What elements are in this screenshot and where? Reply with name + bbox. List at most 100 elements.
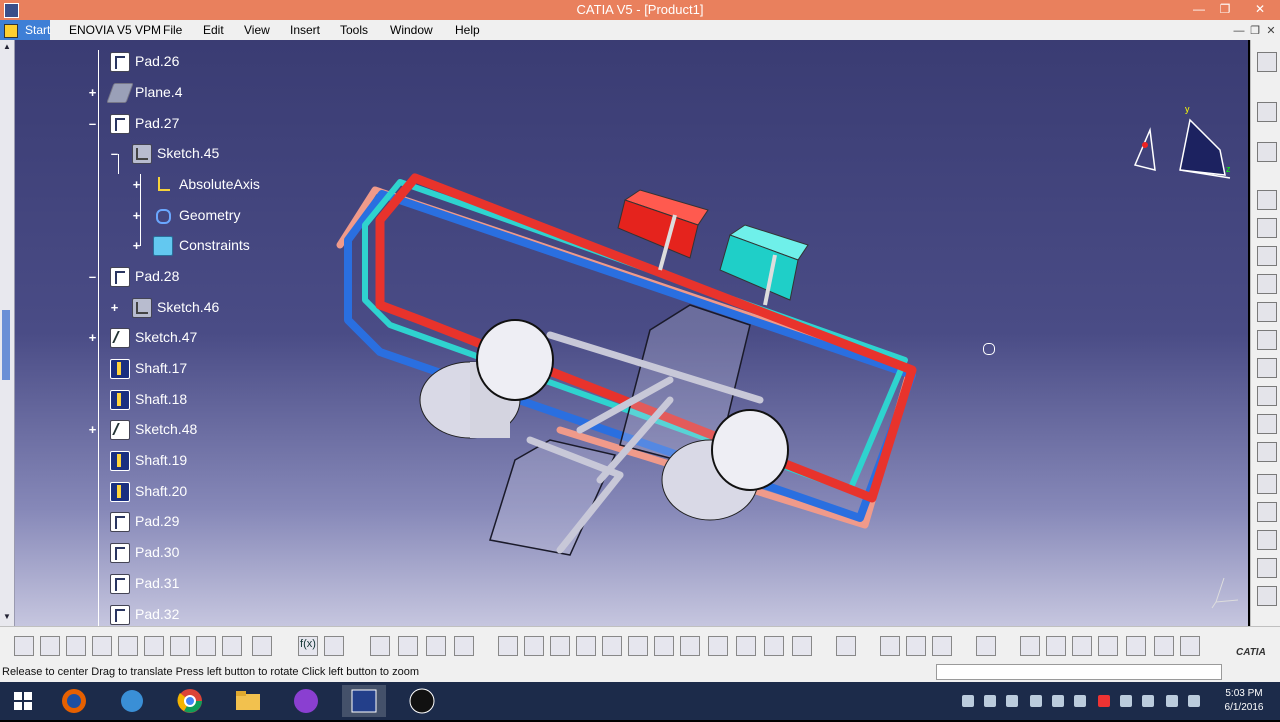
- sheet-icon[interactable]: [454, 636, 474, 656]
- menu-insert[interactable]: Insert: [290, 23, 320, 37]
- menu-tools[interactable]: Tools: [340, 23, 368, 37]
- tree-node-label[interactable]: Constraints: [179, 237, 250, 253]
- tree-node-label[interactable]: Pad.31: [135, 575, 179, 591]
- tree-node-label[interactable]: Geometry: [179, 207, 240, 223]
- tree-node-label[interactable]: Pad.32: [135, 606, 179, 622]
- open-folder-icon[interactable]: [40, 636, 60, 656]
- hole-tool-icon[interactable]: [1257, 274, 1277, 294]
- stiffener-icon[interactable]: [1257, 442, 1277, 462]
- tree-node-label[interactable]: Pad.29: [135, 513, 179, 529]
- help-icon[interactable]: [252, 636, 272, 656]
- pocket-tool-icon[interactable]: [1257, 218, 1277, 238]
- menu-edit[interactable]: Edit: [203, 23, 224, 37]
- slot-tool-icon[interactable]: [1257, 358, 1277, 378]
- tree-scrollbar[interactable]: ▲ ▼: [0, 40, 15, 626]
- update-icon[interactable]: [836, 636, 856, 656]
- cylinder-tank-left[interactable]: [419, 319, 554, 439]
- start-menu-button[interactable]: Start: [0, 20, 50, 40]
- doc-close-button[interactable]: ✕: [1264, 22, 1278, 42]
- tray-app-icon[interactable]: [1052, 695, 1064, 707]
- gear-icon[interactable]: [1257, 52, 1277, 72]
- tray-app-icon[interactable]: [1166, 695, 1178, 707]
- 3d-viewport[interactable]: ▲ ▼ Pad.26 + Plane.4 – Pad.27 – Sketch.4…: [0, 40, 1248, 626]
- doc-restore-button[interactable]: ❐: [1248, 22, 1262, 42]
- 3d-model[interactable]: [320, 130, 940, 570]
- tree-node-label[interactable]: Sketch.47: [135, 329, 197, 345]
- apply-material-icon[interactable]: [932, 636, 952, 656]
- solid-combine-icon[interactable]: [1257, 386, 1277, 406]
- copy-icon[interactable]: [144, 636, 164, 656]
- chrome-icon[interactable]: [168, 685, 212, 717]
- tray-show-hidden-icon[interactable]: [962, 695, 974, 707]
- tree-node-label[interactable]: Pad.28: [135, 268, 179, 284]
- taskbar-clock[interactable]: 5:03 PM 6/1/2016: [1214, 687, 1274, 715]
- hide-show-icon[interactable]: [764, 636, 784, 656]
- cut-icon[interactable]: [118, 636, 138, 656]
- network-icon[interactable]: [110, 685, 154, 717]
- tree-icon[interactable]: [398, 636, 418, 656]
- zoom-in-icon[interactable]: [602, 636, 622, 656]
- save-icon[interactable]: [66, 636, 86, 656]
- file-explorer-icon[interactable]: [226, 685, 270, 717]
- tray-app-icon[interactable]: [984, 695, 996, 707]
- measure-inertia-icon[interactable]: [906, 636, 926, 656]
- tray-app-icon[interactable]: [1006, 695, 1018, 707]
- collapse-icon[interactable]: –: [87, 270, 98, 283]
- normal-view-icon[interactable]: [654, 636, 674, 656]
- menu-file[interactable]: File: [163, 23, 182, 37]
- catia-taskbar-icon[interactable]: [342, 685, 386, 717]
- restore-button[interactable]: ❐: [1212, 0, 1238, 20]
- tree-node-label[interactable]: Shaft.17: [135, 360, 187, 376]
- dimension-icon[interactable]: [1098, 636, 1118, 656]
- zoom-out-icon[interactable]: [628, 636, 648, 656]
- db-icon[interactable]: [1180, 636, 1200, 656]
- camera-app-icon[interactable]: [400, 685, 444, 717]
- tray-app-icon[interactable]: [1098, 695, 1110, 707]
- fillet-tool-icon[interactable]: [1257, 474, 1277, 494]
- fit-all-icon[interactable]: [524, 636, 544, 656]
- tree-node-label[interactable]: Sketch.45: [157, 145, 219, 161]
- volume-icon[interactable]: [1120, 695, 1132, 707]
- compass-widget[interactable]: y z: [1120, 100, 1240, 200]
- chamfer-tool-icon[interactable]: [1257, 502, 1277, 522]
- windows-start-icon[interactable]: [2, 685, 46, 717]
- bluetooth-icon[interactable]: [1030, 695, 1042, 707]
- quick-view-icon[interactable]: [708, 636, 728, 656]
- undo-icon[interactable]: [196, 636, 216, 656]
- shell-tool-icon[interactable]: [1257, 558, 1277, 578]
- close-button[interactable]: ✕: [1242, 0, 1278, 20]
- cyan-tank[interactable]: [719, 224, 809, 306]
- tree-node-label[interactable]: Shaft.20: [135, 483, 187, 499]
- select-arrow-icon[interactable]: [1257, 102, 1277, 122]
- pan-icon[interactable]: [550, 636, 570, 656]
- minimize-button[interactable]: —: [1186, 0, 1212, 20]
- tree-node-label[interactable]: Sketch.46: [157, 299, 219, 315]
- analysis-icon[interactable]: [976, 636, 996, 656]
- sketcher-icon[interactable]: [1257, 142, 1277, 162]
- shaft-tool-icon[interactable]: [1257, 246, 1277, 266]
- tree-node-label[interactable]: AbsoluteAxis: [179, 176, 260, 192]
- scroll-down-icon[interactable]: ▼: [2, 612, 12, 621]
- firefox-icon[interactable]: [52, 685, 96, 717]
- doc-minimize-button[interactable]: —: [1232, 22, 1246, 42]
- tree-node-label[interactable]: Sketch.48: [135, 421, 197, 437]
- shading-icon[interactable]: [736, 636, 756, 656]
- formula-icon[interactable]: f(x): [298, 636, 318, 656]
- globe-icon[interactable]: [1046, 636, 1066, 656]
- expand-icon[interactable]: +: [87, 331, 98, 344]
- catalog-icon[interactable]: [426, 636, 446, 656]
- menu-enovia[interactable]: ENOVIA V5 VPM: [69, 23, 161, 37]
- print-icon[interactable]: [92, 636, 112, 656]
- tree-node-label[interactable]: Shaft.19: [135, 452, 187, 468]
- media-player-icon[interactable]: [284, 685, 328, 717]
- expand-icon[interactable]: +: [109, 301, 120, 314]
- pad-tool-icon[interactable]: [1257, 190, 1277, 210]
- wifi-icon[interactable]: [1142, 695, 1154, 707]
- tree-node-label[interactable]: Shaft.18: [135, 391, 187, 407]
- expand-icon[interactable]: +: [87, 423, 98, 436]
- scroll-thumb[interactable]: [2, 310, 10, 380]
- thickness-tool-icon[interactable]: [1257, 586, 1277, 606]
- draft-tool-icon[interactable]: [1257, 530, 1277, 550]
- fly-mode-icon[interactable]: [498, 636, 518, 656]
- tree-node-label[interactable]: Pad.26: [135, 53, 179, 69]
